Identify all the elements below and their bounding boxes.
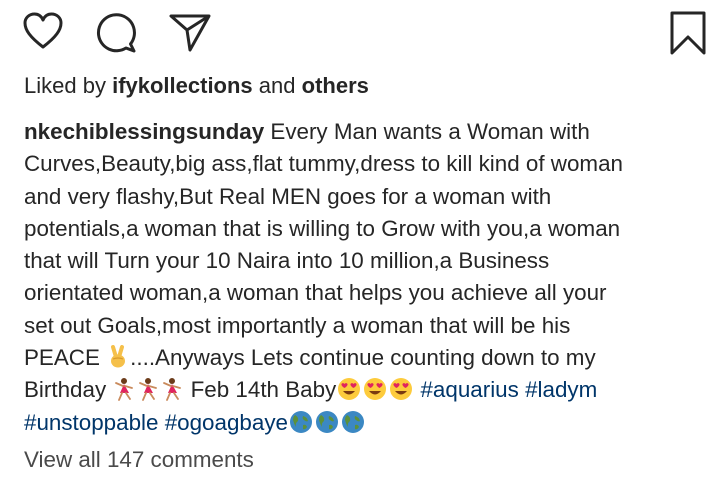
hashtag-link[interactable]: #aquarius bbox=[420, 377, 518, 402]
caption-line: potentials,a woman that is willing to Gr… bbox=[24, 215, 621, 241]
caption-line: and very flashy,But Real MEN goes for a … bbox=[24, 183, 552, 209]
caption-text: Birthday bbox=[24, 377, 107, 403]
caption-line: Birthday Feb 14th Baby #aquarius #ladym bbox=[24, 374, 714, 406]
likes-line: Liked by ifykollections and others bbox=[24, 70, 369, 102]
globe-icon bbox=[315, 410, 339, 434]
liked-by-username[interactable]: ifykollections bbox=[112, 73, 253, 98]
caption-text: PEACE bbox=[24, 345, 100, 371]
post-caption: nkechiblessingsunday Every Man wants a W… bbox=[24, 116, 714, 439]
globe-icon bbox=[341, 410, 365, 434]
likes-others-link[interactable]: others bbox=[302, 73, 369, 98]
caption-line: orientated woman,a woman that helps you … bbox=[24, 280, 607, 306]
caption-line: Curves,Beauty,big ass,flat tummy,dress t… bbox=[24, 151, 623, 177]
globe-icon bbox=[289, 410, 313, 434]
view-all-comments-link[interactable]: View all 147 comments bbox=[24, 444, 254, 476]
likes-conj: and bbox=[258, 73, 296, 98]
caption-line: that will Turn your 10 Naira into 10 mil… bbox=[24, 248, 550, 274]
hashtag-link[interactable]: #ladym bbox=[525, 377, 597, 402]
caption-text: ....Anyways Lets continue counting down … bbox=[130, 345, 596, 371]
dancer-icon bbox=[113, 377, 135, 402]
bookmark-icon[interactable] bbox=[668, 10, 708, 56]
caption-line: PEACE ....Anyways Lets continue counting… bbox=[24, 342, 714, 374]
caption-text: Every Man wants a Woman with bbox=[270, 119, 590, 144]
victory-hand-icon bbox=[107, 345, 129, 369]
dancer-icon bbox=[137, 377, 159, 402]
heart-eyes-face-icon bbox=[389, 377, 413, 401]
action-bar bbox=[0, 0, 728, 64]
heart-eyes-face-icon bbox=[363, 377, 387, 401]
heart-icon[interactable] bbox=[22, 12, 64, 50]
caption-line: #unstoppable #ogoagbaye bbox=[24, 407, 714, 439]
hashtag-link[interactable]: #unstoppable bbox=[24, 410, 158, 435]
heart-eyes-face-icon bbox=[337, 377, 361, 401]
hashtag-link[interactable]: #ogoagbaye bbox=[165, 410, 288, 435]
caption-line: set out Goals,most importantly a woman t… bbox=[24, 312, 571, 338]
likes-prefix: Liked by bbox=[24, 73, 106, 98]
caption-username[interactable]: nkechiblessingsunday bbox=[24, 119, 264, 144]
share-icon[interactable] bbox=[168, 12, 212, 54]
comment-icon[interactable] bbox=[96, 12, 138, 54]
dancer-icon bbox=[161, 377, 183, 402]
caption-text: Feb 14th Baby bbox=[190, 377, 337, 403]
caption-line: nkechiblessingsunday Every Man wants a W… bbox=[24, 116, 714, 148]
